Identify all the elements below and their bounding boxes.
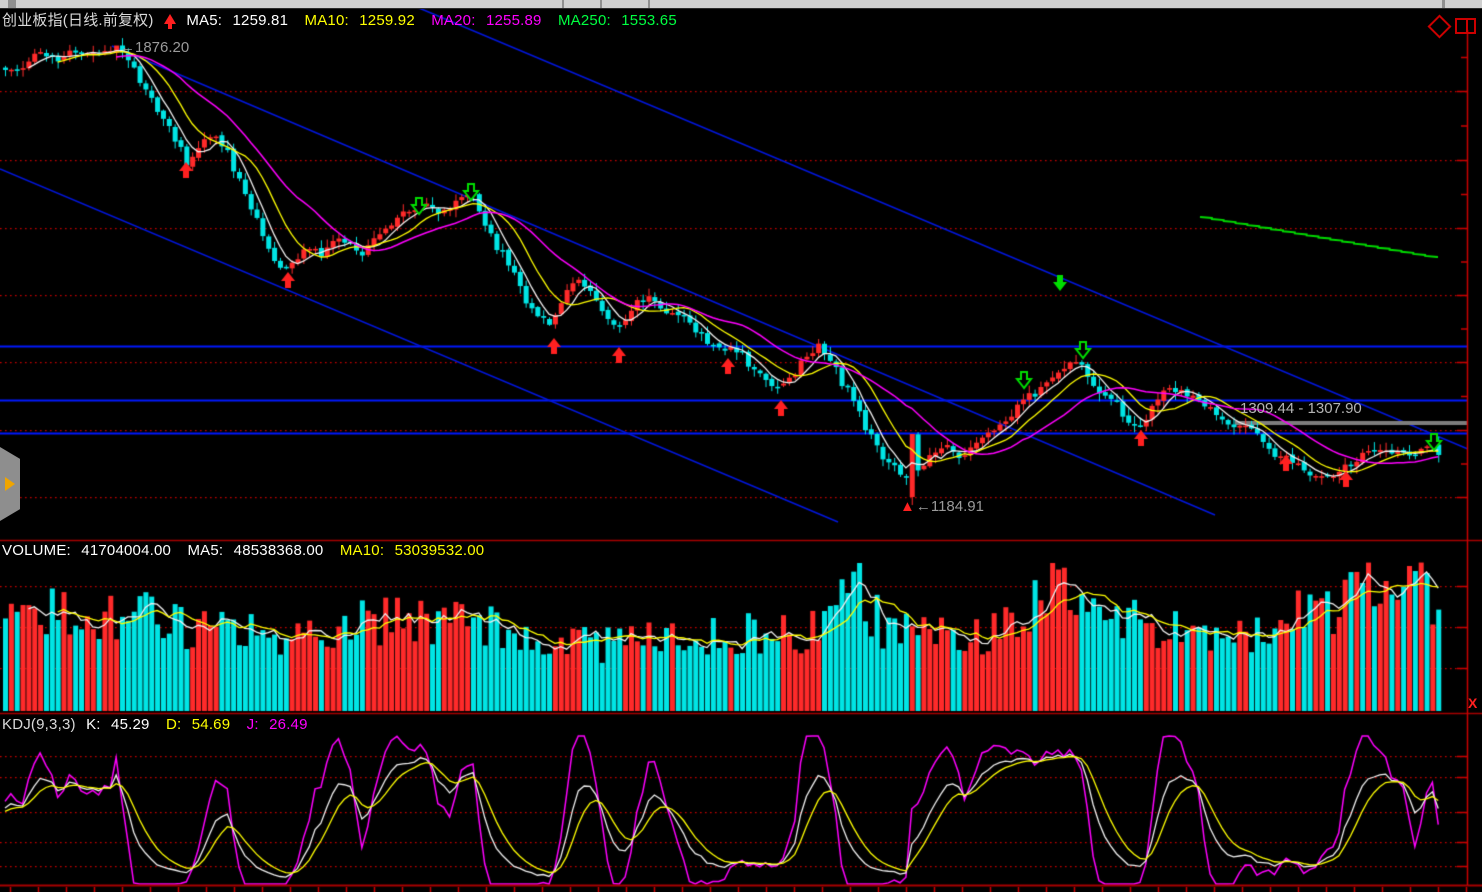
ma20-value: 1255.89 <box>486 12 542 29</box>
ma5-value: 1259.81 <box>233 12 289 29</box>
volume-label: VOLUME: <box>2 542 71 559</box>
main-chart-canvas[interactable] <box>0 0 1482 892</box>
main-chart-header: 创业板指(日线.前复权) MA5: 1259.81 MA10: 1259.92 … <box>2 9 689 30</box>
ma10-value: 1259.92 <box>359 12 415 29</box>
strip-notch <box>562 0 564 8</box>
kdj-k-label: K: <box>86 716 101 733</box>
volume-header: VOLUME: 41704004.00 MA5: 48538368.00 MA1… <box>2 542 496 559</box>
expand-panel-tab[interactable] <box>0 447 20 521</box>
vol-ma10-value: 53039532.00 <box>395 542 485 559</box>
kdj-j-value: 26.49 <box>269 716 308 733</box>
low-price-value: 1184.91 <box>931 498 984 515</box>
volume-value: 41704004.00 <box>81 542 171 559</box>
diamond-icon[interactable] <box>1431 18 1448 35</box>
strip-notch <box>8 0 16 8</box>
kdj-header: KDJ(9,3,3) K: 45.29 D: 54.69 J: 26.49 <box>2 716 320 733</box>
ma20-label: MA20: <box>431 12 475 29</box>
instrument-title: 创业板指(日线.前复权) <box>2 12 154 29</box>
high-price-value: 1876.20 <box>135 39 189 56</box>
ma250-value: 1553.65 <box>621 12 677 29</box>
ma10-label: MA10: <box>305 12 349 29</box>
low-price-annotation: ▲←1184.91 <box>900 498 984 515</box>
kdj-d-label: D: <box>166 716 181 733</box>
ma5-label: MA5: <box>186 12 222 29</box>
close-indicator-icon[interactable]: X <box>1468 695 1477 711</box>
strip-notch <box>648 0 650 8</box>
window-top-strip <box>0 0 1482 9</box>
strip-notch <box>1442 0 1445 8</box>
price-band-label: 1309.44 - 1307.90 <box>1240 400 1362 417</box>
vol-ma10-label: MA10: <box>340 542 384 559</box>
strip-notch <box>600 0 602 8</box>
high-price-annotation: ←1876.20 <box>120 39 189 56</box>
kdj-d-value: 54.69 <box>192 716 231 733</box>
vol-ma5-label: MA5: <box>187 542 223 559</box>
restore-window-icon[interactable] <box>1455 18 1476 34</box>
kdj-title: KDJ(9,3,3) <box>2 716 76 733</box>
low-marker-icon: ▲ <box>900 498 915 515</box>
ma250-label: MA250: <box>558 12 611 29</box>
trend-up-arrow-icon <box>164 14 176 24</box>
trading-app-window: { "header": { "title": "创业板指(日线.前复权)", "… <box>0 0 1482 892</box>
kdj-k-value: 45.29 <box>111 716 150 733</box>
vol-ma5-value: 48538368.00 <box>234 542 324 559</box>
kdj-j-label: J: <box>247 716 259 733</box>
expand-arrow-icon <box>5 477 15 491</box>
